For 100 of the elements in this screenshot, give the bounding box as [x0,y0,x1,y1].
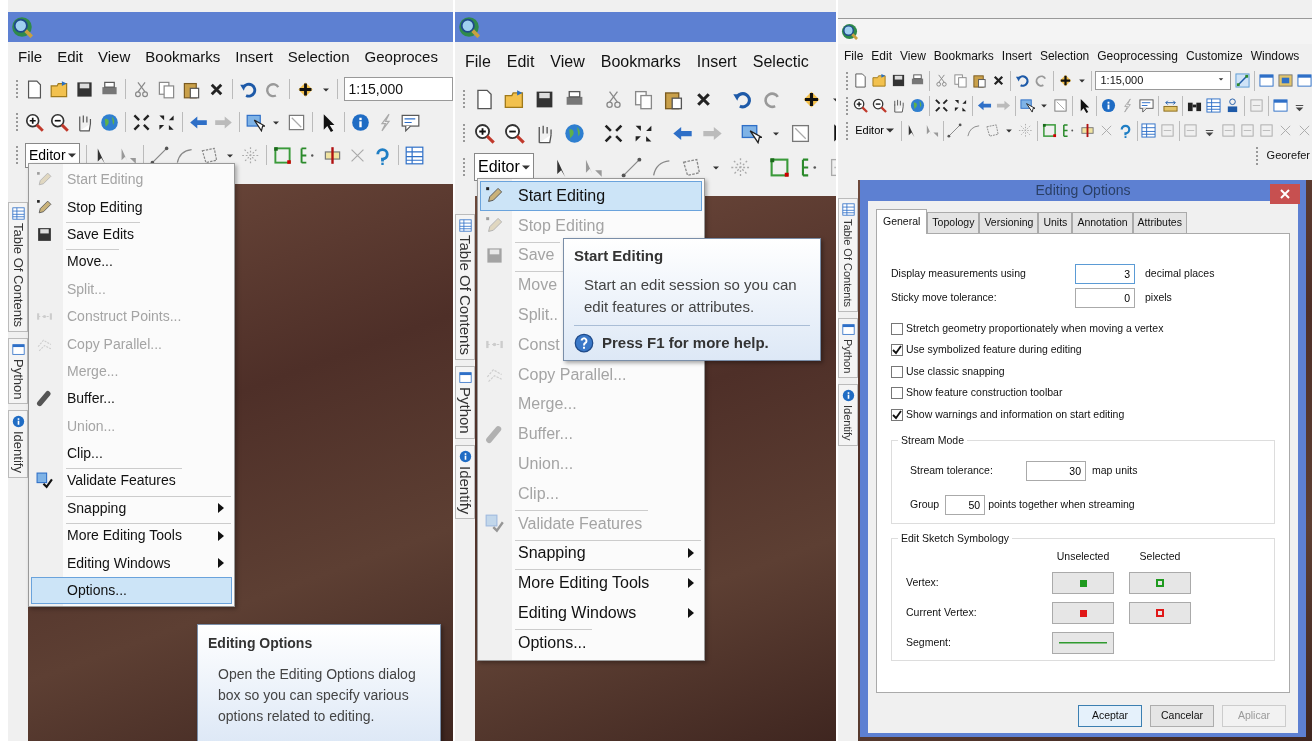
window-icon[interactable] [1296,73,1312,88]
menu-item[interactable]: Edit [57,46,84,69]
checkbox[interactable] [891,322,903,335]
menu-item[interactable]: Bookmarks [145,46,221,69]
menu-item[interactable]: Insert [1001,47,1032,65]
dialog-tab[interactable]: Versioning [979,212,1039,233]
info-icon[interactable] [351,112,370,132]
symbol-swatch[interactable] [1129,572,1191,595]
save-icon[interactable] [74,79,94,99]
reshape-icon[interactable] [1060,123,1076,138]
select-features-icon[interactable] [741,122,762,144]
dock-tab[interactable]: Python [8,337,28,405]
menu-item[interactable]: Selection [287,46,350,69]
popup-icon[interactable] [401,112,420,132]
menu-item[interactable]: Clip... [31,439,110,468]
edit-vertices-icon[interactable] [768,156,790,178]
dialog-tab[interactable]: General [876,209,928,234]
menu-item[interactable]: Buffer... [31,385,122,413]
symbol-swatch[interactable] [1129,602,1191,625]
menu-item[interactable]: Geoproces [364,46,438,69]
zoom-out-icon[interactable] [504,122,525,144]
menu-item[interactable]: File [465,50,491,74]
dock-tab[interactable]: Table Of Contents [8,201,28,332]
number-field[interactable]: 50 [945,494,986,515]
menu-item[interactable]: View [98,46,131,69]
window-icon[interactable] [1258,73,1274,88]
menu-item[interactable]: Selection [1039,47,1090,65]
symbol-swatch[interactable] [1052,632,1114,655]
pan-hand-icon[interactable] [891,98,906,113]
cut-polygon-icon[interactable] [1079,123,1095,138]
popup-icon[interactable] [1139,98,1154,113]
zoom-in-icon[interactable] [474,122,495,144]
straight-segment-icon[interactable] [620,156,642,178]
dock-tab[interactable]: Python [455,366,475,439]
menu-item[interactable]: Editing Windows [31,549,232,577]
window-icon[interactable] [1273,98,1288,113]
checkbox[interactable] [891,408,903,421]
copy-icon[interactable] [156,79,176,99]
fixed-zoom-in-icon[interactable] [934,98,949,113]
dock-tab[interactable]: Python [838,318,858,379]
dialog-button[interactable]: Aceptar [1078,705,1142,727]
back-arrow-icon[interactable] [977,98,992,113]
dialog-button[interactable]: Cancelar [1150,705,1214,727]
attributes-table-icon[interactable] [404,145,424,165]
open-folder-icon[interactable] [504,88,525,110]
straight-segment-icon[interactable] [149,145,169,165]
scale-field[interactable]: 1:15,000 [343,77,453,101]
new-document-icon[interactable] [474,88,495,110]
copy-icon[interactable] [633,88,654,110]
polygon-icon[interactable] [680,156,702,178]
measure-icon[interactable] [1163,98,1178,113]
menu-item[interactable]: Editing Windows [480,598,702,628]
number-field[interactable]: 3 [1075,264,1135,284]
menu-item[interactable]: View [550,50,585,74]
dialog-tab[interactable]: Attributes [1132,212,1187,233]
paste-icon[interactable] [971,73,987,88]
edit-vertices-icon[interactable] [1041,123,1057,138]
sketch-tool-icon[interactable] [1235,73,1251,88]
menu-item[interactable]: File [18,46,43,69]
dock-tab[interactable]: Table Of Contents [838,198,858,313]
fixed-zoom-in-icon[interactable] [603,122,624,144]
save-icon[interactable] [890,73,906,88]
menu-item[interactable]: Options... [31,576,232,605]
scale-field[interactable]: 1:15,000 [1095,71,1232,90]
menu-item[interactable]: Customize [1185,47,1243,65]
add-data-icon[interactable] [1057,73,1073,88]
new-document-icon[interactable] [852,73,868,88]
fixed-zoom-out-icon[interactable] [157,112,176,132]
edit-vertices-icon[interactable] [272,145,292,165]
zoom-in-icon[interactable] [25,112,44,132]
dock-tab[interactable]: Identify [838,384,858,446]
zoom-out-icon[interactable] [50,112,69,132]
menu-item[interactable]: Insert [235,46,273,69]
menu-item[interactable]: Start Editing [480,181,702,211]
symbol-swatch[interactable] [1052,602,1114,625]
checkbox[interactable] [891,365,903,378]
editor-menu-button[interactable]: Editor [852,121,897,140]
cut-polygon-icon[interactable] [322,145,342,165]
globe-icon[interactable] [564,122,585,144]
dialog-tab[interactable]: Annotation [1072,212,1133,233]
menu-item[interactable]: Edit [506,50,535,74]
menu-item[interactable]: Edit [871,47,893,65]
go-to-xy-icon[interactable] [1225,98,1240,113]
clear-selection-icon[interactable] [287,112,306,132]
attributes-table-icon[interactable] [1206,98,1221,113]
dialog-tab[interactable]: Topology [927,212,980,233]
select-features-icon[interactable] [246,112,265,132]
symbol-swatch[interactable] [1052,572,1114,595]
fixed-zoom-out-icon[interactable] [953,98,968,113]
checkbox[interactable] [891,387,903,400]
menu-item[interactable]: Insert [696,50,737,74]
editor-menu-button[interactable]: Editor [474,153,534,181]
menu-item[interactable]: Windows [1250,47,1300,65]
menu-item[interactable]: File [844,47,864,65]
number-field[interactable]: 0 [1075,288,1135,308]
fixed-zoom-in-icon[interactable] [132,112,151,132]
dock-tab[interactable]: Identify [8,410,28,478]
globe-icon[interactable] [100,112,119,132]
menu-item[interactable]: Bookmarks [933,47,994,65]
menu-item[interactable]: Stop Editing [31,193,150,221]
